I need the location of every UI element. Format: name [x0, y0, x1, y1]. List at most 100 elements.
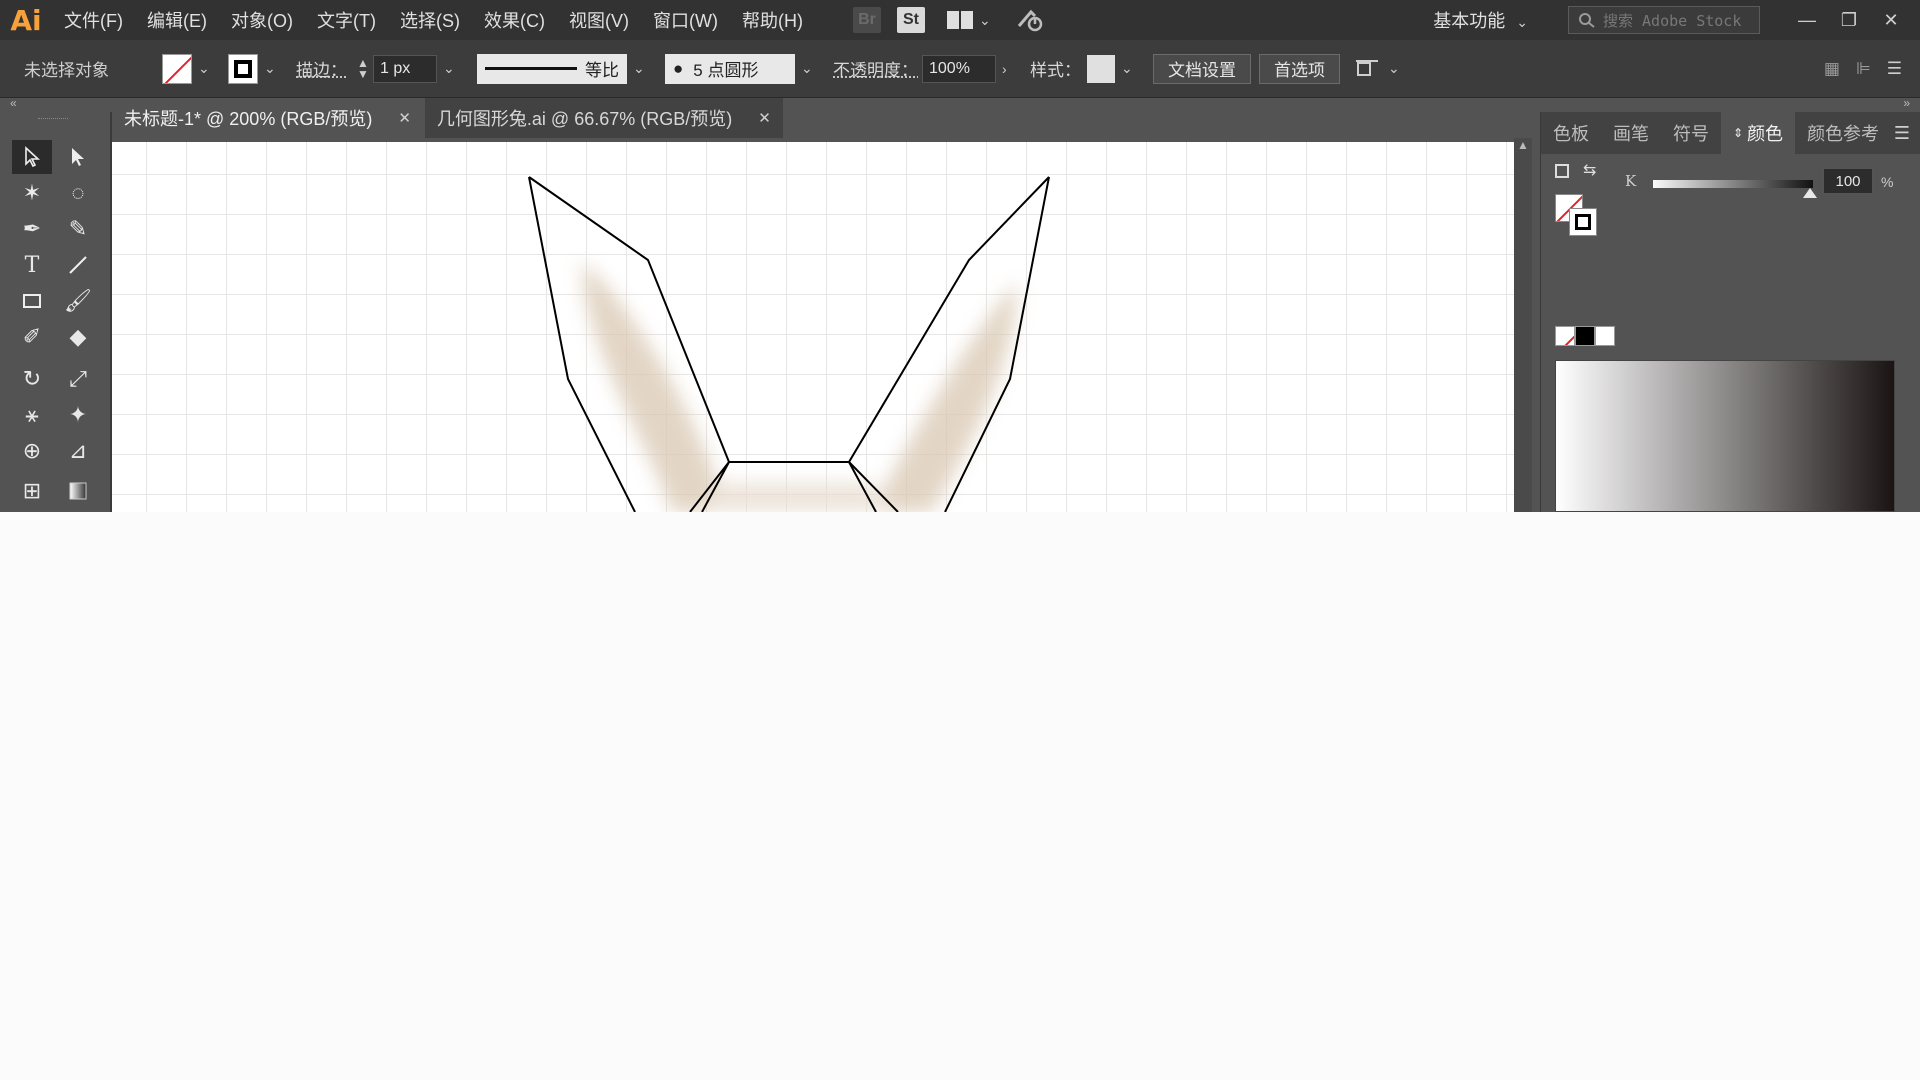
stock-button[interactable]: St	[896, 7, 925, 33]
selection-status: 未选择对象	[24, 61, 109, 80]
width-tool-icon[interactable]: ⚹	[12, 398, 52, 432]
opacity-expand-icon[interactable]: ›	[1002, 61, 1016, 77]
opacity-label[interactable]: 不透明度：	[833, 56, 918, 81]
close-icon[interactable]: ✕	[1870, 10, 1912, 31]
tab-brushes[interactable]: 画笔	[1601, 112, 1661, 154]
menu-window[interactable]: 窗口(W)	[641, 7, 730, 33]
brush-dropdown-icon[interactable]: ⌄	[801, 60, 815, 77]
default-colors-icon[interactable]	[1555, 164, 1569, 178]
minimize-icon[interactable]: —	[1786, 10, 1828, 31]
search-icon	[1579, 13, 1595, 28]
collapse-panels-icon[interactable]: »	[1903, 96, 1910, 110]
k-channel-label: K	[1625, 172, 1637, 190]
stroke-color-swatch[interactable]	[1569, 208, 1597, 236]
panel-menu-icon[interactable]: ☰	[1894, 123, 1910, 144]
scale-tool-icon[interactable]: ⤢	[58, 362, 98, 396]
restore-icon[interactable]: ❐	[1828, 10, 1870, 31]
stroke-weight-field[interactable]: 1 px	[373, 54, 437, 83]
stroke-weight-stepper[interactable]: ▲ ▼	[357, 57, 369, 80]
style-dropdown-icon[interactable]: ⌄	[1121, 60, 1135, 77]
selection-tool-icon[interactable]	[12, 140, 52, 174]
close-tab-icon[interactable]: ✕	[758, 109, 771, 127]
stroke-label[interactable]: 描边：	[296, 56, 347, 81]
fill-dropdown-icon[interactable]: ⌄	[198, 60, 212, 77]
magic-wand-icon[interactable]: ✶	[12, 176, 52, 210]
document-setup-button[interactable]: 文档设置	[1153, 53, 1251, 84]
direct-selection-tool-icon[interactable]	[58, 140, 98, 174]
pen-tool-icon[interactable]: ✒	[12, 212, 52, 246]
toolbar-grip[interactable]	[38, 118, 68, 121]
align-icon[interactable]: ▦	[1824, 59, 1840, 79]
stock-search-input[interactable]: 搜索 Adobe Stock	[1568, 6, 1760, 34]
stroke-swatch[interactable]	[228, 53, 258, 84]
type-tool-icon[interactable]: T	[12, 248, 52, 282]
tab-geometric-rabbit[interactable]: 几何图形兔.ai @ 66.67% (RGB/预览) ✕	[424, 98, 783, 138]
canvas-area[interactable]	[112, 138, 1518, 512]
puppet-warp-icon[interactable]: ✦	[58, 398, 98, 432]
k-slider-thumb[interactable]	[1803, 188, 1817, 198]
fill-swatch[interactable]	[162, 53, 192, 84]
workspace-switcher[interactable]: 基本功能 ⌄	[1433, 7, 1528, 33]
menu-effect[interactable]: 效果(C)	[472, 7, 557, 33]
arrange-icon[interactable]	[1354, 57, 1382, 81]
menu-file[interactable]: 文件(F)	[52, 7, 135, 33]
chevron-down-icon[interactable]: ⌄	[979, 12, 991, 29]
tab-color[interactable]: ⇕ 颜色	[1721, 112, 1796, 154]
k-value-field[interactable]: 100	[1823, 168, 1873, 194]
sync-settings-icon[interactable]	[1015, 6, 1047, 34]
stroke-profile-select[interactable]: 等比	[477, 53, 627, 84]
opacity-field[interactable]: 100%	[922, 54, 996, 83]
color-spectrum[interactable]	[1555, 360, 1895, 512]
scroll-up-icon[interactable]: ▲	[1517, 138, 1529, 152]
lasso-icon[interactable]: ◌	[58, 176, 98, 210]
stroke-dropdown-icon[interactable]: ⌄	[264, 60, 278, 77]
rabbit-artwork[interactable]	[112, 142, 1514, 512]
artboard[interactable]	[112, 142, 1514, 512]
none-swatch[interactable]	[1555, 326, 1575, 346]
paintbrush-icon[interactable]: 🖌	[58, 284, 98, 318]
tools-panel: ✶ ◌ ✒ ✎ T 🖌 ✐ ◆ ↻ ⤢ ⚹ ✦ ⊕ ⊿ ⊞	[0, 112, 112, 512]
panel-menu-icon[interactable]: ☰	[1887, 59, 1902, 79]
mesh-tool-icon[interactable]: ⊞	[12, 474, 52, 508]
arrange-documents-icon[interactable]	[946, 11, 973, 29]
transform-icon[interactable]: ⊫	[1856, 59, 1871, 79]
k-slider[interactable]	[1653, 180, 1813, 188]
tab-untitled-1[interactable]: 未标题-1* @ 200% (RGB/预览) ✕	[112, 98, 423, 138]
menu-select[interactable]: 选择(S)	[388, 7, 472, 33]
k-unit: %	[1881, 174, 1894, 190]
sort-arrows-icon: ⇕	[1733, 126, 1744, 140]
menu-object[interactable]: 对象(O)	[219, 7, 305, 33]
tab-swatches[interactable]: 色板	[1541, 112, 1601, 154]
bridge-button[interactable]: Br	[852, 7, 881, 33]
rectangle-tool-icon[interactable]	[12, 284, 52, 318]
gradient-tool-icon[interactable]	[58, 474, 98, 508]
curvature-tool-icon[interactable]: ✎	[58, 212, 98, 246]
line-tool-icon[interactable]	[58, 248, 98, 282]
menu-edit[interactable]: 编辑(E)	[135, 7, 219, 33]
eraser-icon[interactable]: ◆	[58, 320, 98, 354]
stroke-weight-dropdown-icon[interactable]: ⌄	[443, 60, 457, 77]
vertical-scrollbar[interactable]: ▲	[1514, 138, 1532, 512]
brush-select[interactable]: ● 5 点圆形	[665, 53, 795, 84]
menu-view[interactable]: 视图(V)	[557, 7, 641, 33]
tab-color-guide[interactable]: 颜色参考	[1795, 112, 1891, 154]
stroke-profile-dropdown-icon[interactable]: ⌄	[633, 60, 647, 77]
document-tabs: 未标题-1* @ 200% (RGB/预览) ✕ 几何图形兔.ai @ 66.67…	[112, 98, 783, 138]
tab-symbols[interactable]: 符号	[1661, 112, 1721, 154]
collapse-toolbar-icon[interactable]: «	[10, 96, 17, 110]
illustrator-window: Ai 文件(F) 编辑(E) 对象(O) 文字(T) 选择(S) 效果(C) 视…	[0, 0, 1920, 512]
arrange-dropdown-icon[interactable]: ⌄	[1388, 60, 1402, 77]
menu-type[interactable]: 文字(T)	[305, 7, 388, 33]
black-swatch[interactable]	[1575, 326, 1595, 346]
shaper-tool-icon[interactable]: ✐	[12, 320, 52, 354]
panel-tabs: 色板 画笔 符号 ⇕ 颜色 颜色参考 ☰	[1541, 112, 1920, 154]
white-swatch[interactable]	[1595, 326, 1615, 346]
shape-builder-icon[interactable]: ⊕	[12, 434, 52, 468]
swap-colors-icon[interactable]: ⇆	[1583, 160, 1596, 180]
menu-help[interactable]: 帮助(H)	[730, 7, 815, 33]
style-swatch[interactable]	[1087, 54, 1115, 83]
rotate-tool-icon[interactable]: ↻	[12, 362, 52, 396]
close-tab-icon[interactable]: ✕	[398, 109, 411, 127]
preferences-button[interactable]: 首选项	[1259, 53, 1340, 84]
perspective-grid-icon[interactable]: ⊿	[58, 434, 98, 468]
